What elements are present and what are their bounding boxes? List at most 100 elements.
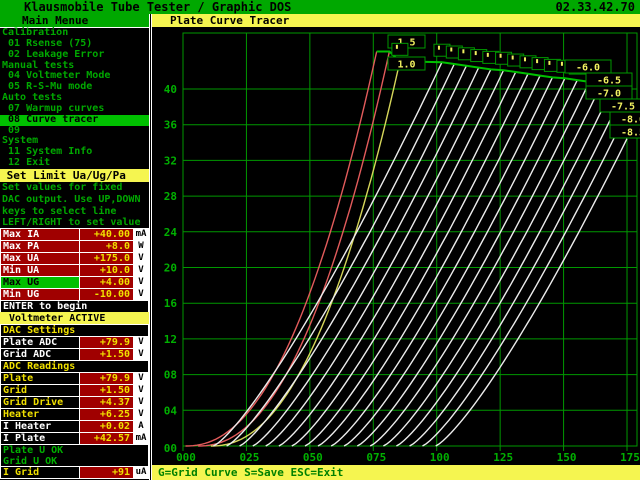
svg-text:150: 150 xyxy=(557,451,577,464)
limit-help-line: keys to select line xyxy=(0,206,149,218)
i-grid-label: I Grid xyxy=(1,467,79,478)
svg-text:-8.0: -8.0 xyxy=(621,115,640,126)
left-panel: Main Menue Calibration 01 Rsense (75) 02… xyxy=(0,14,152,480)
svg-text:175: 175 xyxy=(620,451,640,464)
max-ug-value[interactable]: +4.00 xyxy=(79,277,133,288)
min-ug-value[interactable]: -10.00 xyxy=(79,289,133,300)
menu-item-12-exit[interactable]: 12 Exit xyxy=(0,158,149,169)
svg-text:1.0: 1.0 xyxy=(397,60,415,71)
min-ug-label: Min UG xyxy=(1,289,79,300)
svg-text:100: 100 xyxy=(430,451,450,464)
plate-adc-value[interactable]: +79.9 xyxy=(79,337,133,348)
min-ua-unit: V xyxy=(133,265,148,276)
max-ua-value[interactable]: +175.0 xyxy=(79,253,133,264)
i-plate-label: I Plate xyxy=(1,433,79,444)
svg-text:-6.5: -6.5 xyxy=(597,76,621,87)
hotkey-footer: G=Grid Curve S=Save ESC=Exit xyxy=(152,465,640,480)
min-ug-row[interactable]: Min UG-10.00V xyxy=(0,288,149,301)
svg-text:24: 24 xyxy=(164,226,178,239)
max-ia-label: Max IA xyxy=(1,229,79,240)
svg-text:000: 000 xyxy=(176,451,196,464)
grid-adc-label: Grid ADC xyxy=(1,349,79,360)
dac-settings-label: DAC Settings xyxy=(1,325,148,336)
set-limit-header: Set Limit Ua/Ug/Pa xyxy=(0,169,149,182)
svg-text:28: 28 xyxy=(164,190,177,203)
svg-text:00: 00 xyxy=(164,442,177,455)
plate-adc-unit: V xyxy=(133,337,148,348)
max-pa-row[interactable]: Max PA+8.0W xyxy=(0,240,149,253)
max-ug-row[interactable]: Max UG+4.00V xyxy=(0,276,149,289)
limit-help-line: Set values for fixed xyxy=(0,182,149,194)
min-ua-row[interactable]: Min UA+10.0V xyxy=(0,264,149,277)
svg-text:-6.0: -6.0 xyxy=(576,63,600,74)
svg-text:40: 40 xyxy=(164,83,177,96)
menu-item-02-leakage-error[interactable]: 02 Leakage Error xyxy=(0,50,149,61)
svg-text:050: 050 xyxy=(303,451,323,464)
min-ua-value[interactable]: +10.0 xyxy=(79,265,133,276)
limit-help-line: DAC output. Use UP,DOWN xyxy=(0,194,149,206)
max-ua-unit: V xyxy=(133,253,148,264)
min-ug-unit: V xyxy=(133,289,148,300)
heater-unit: V xyxy=(133,409,148,420)
svg-text:32: 32 xyxy=(164,154,177,167)
svg-text:12: 12 xyxy=(164,333,177,346)
svg-text:36: 36 xyxy=(164,119,178,132)
voltmeter-active-row: Voltmeter ACTIVE xyxy=(0,312,149,325)
plate-adc-row: Plate ADC+79.9V xyxy=(0,336,149,349)
i-heater-label: I Heater xyxy=(1,421,79,432)
svg-text:075: 075 xyxy=(366,451,386,464)
grid-unit: V xyxy=(133,385,148,396)
plate-adc-label: Plate ADC xyxy=(1,337,79,348)
grid-drive-value[interactable]: +4.37 xyxy=(79,397,133,408)
menu-item-08-curve-tracer[interactable]: 08 Curve tracer xyxy=(0,115,149,126)
svg-text:-7.5: -7.5 xyxy=(611,102,635,113)
plate-label: Plate xyxy=(1,373,79,384)
i-heater-row: I Heater+0.02A xyxy=(0,420,149,433)
grid-adc-unit: V xyxy=(133,349,148,360)
plate-value[interactable]: +79.9 xyxy=(79,373,133,384)
max-ua-label: Max UA xyxy=(1,253,79,264)
max-ua-row[interactable]: Max UA+175.0V xyxy=(0,252,149,265)
i-heater-unit: A xyxy=(133,421,148,432)
grid-adc-value[interactable]: +1.50 xyxy=(79,349,133,360)
max-pa-value[interactable]: +8.0 xyxy=(79,241,133,252)
voltmeter-active-label: Voltmeter ACTIVE xyxy=(1,313,148,324)
plot-area: 0000250500751001251501750004081216202428… xyxy=(152,27,640,465)
i-grid-row: I Grid+91uA xyxy=(0,466,149,479)
grid-drive-unit: V xyxy=(133,397,148,408)
grid-drive-row: Grid Drive+4.37V xyxy=(0,396,149,409)
i-grid-value[interactable]: +91 xyxy=(79,467,133,478)
graph-title-bar: Plate Curve Tracer xyxy=(152,14,640,27)
i-plate-value[interactable]: +42.57 xyxy=(79,433,133,444)
main-menu-header: Main Menue xyxy=(0,14,149,28)
grid-row: Grid+1.50V xyxy=(0,384,149,397)
app-title: Klausmobile Tube Tester / Graphic DOS xyxy=(24,0,291,14)
min-ua-label: Min UA xyxy=(1,265,79,276)
grid-value[interactable]: +1.50 xyxy=(79,385,133,396)
readout-table: Max IA+40.00mAMax PA+8.0WMax UA+175.0VMi… xyxy=(0,228,149,479)
plate-unit: V xyxy=(133,373,148,384)
max-ug-unit: V xyxy=(133,277,148,288)
svg-text:16: 16 xyxy=(164,297,178,310)
plate-row: Plate+79.9V xyxy=(0,372,149,385)
dac-settings-row: DAC Settings xyxy=(0,324,149,337)
plate-curves-chart: 0000250500751001251501750004081216202428… xyxy=(152,27,640,465)
max-pa-unit: W xyxy=(133,241,148,252)
grid-drive-label: Grid Drive xyxy=(1,397,79,408)
i-plate-row: I Plate+42.57mA xyxy=(0,432,149,445)
svg-text:04: 04 xyxy=(164,404,178,417)
adc-readings-label: ADC Readings xyxy=(1,361,148,372)
adc-readings-row: ADC Readings xyxy=(0,360,149,373)
heater-value[interactable]: +6.25 xyxy=(79,409,133,420)
max-ia-value[interactable]: +40.00 xyxy=(79,229,133,240)
enter-to-begin-row: ENTER to begin xyxy=(0,300,149,313)
max-ia-unit: mA xyxy=(133,229,148,240)
heater-row: Heater+6.25V xyxy=(0,408,149,421)
tube-tester-app: { "title_bar": { "title": "Klausmobile T… xyxy=(0,0,640,480)
i-heater-value[interactable]: +0.02 xyxy=(79,421,133,432)
limit-help-text: Set values for fixedDAC output. Use UP,D… xyxy=(0,182,149,229)
svg-text:-8.5: -8.5 xyxy=(621,128,640,139)
heater-label: Heater xyxy=(1,409,79,420)
max-ug-label: Max UG xyxy=(1,277,79,288)
max-ia-row[interactable]: Max IA+40.00mA xyxy=(0,228,149,241)
